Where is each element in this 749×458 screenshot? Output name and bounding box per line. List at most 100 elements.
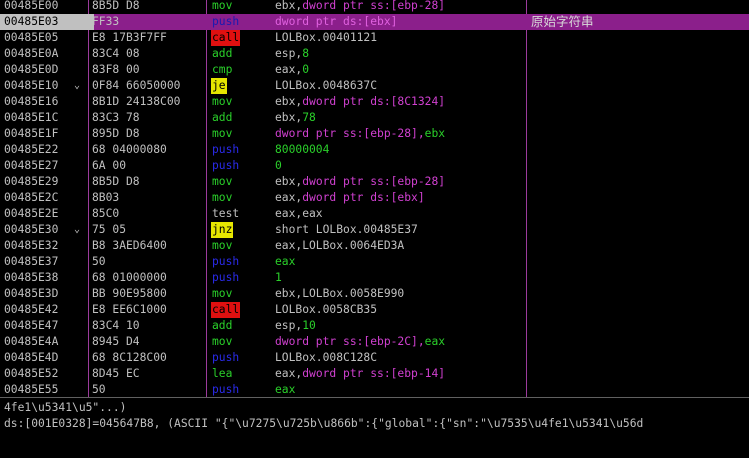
info-pane: 4fe1\u5341\u5"...) ds:[001E0328]=045647B… (0, 397, 749, 458)
address-cell: 00485E22 (4, 143, 59, 156)
disasm-row[interactable]: 00485E47 83C4 10 add esp,10 (0, 318, 749, 334)
disasm-row[interactable]: 00485E27 6A 00 push 0 (0, 158, 749, 174)
hex-bytes-cell: 50 (92, 383, 106, 396)
disasm-row[interactable]: 00485E05 E8 17B3F7FF call LOLBox.00401121 (0, 30, 749, 46)
operand-token: LOLBox.0058CB35 (275, 303, 378, 316)
operand-token: ebx, (275, 0, 303, 12)
disasm-row[interactable]: 00485E0D 83F8 00 cmp eax,0 (0, 62, 749, 78)
disasm-row[interactable]: 00485E55 50 push eax (0, 382, 749, 397)
operand-token: dword ptr ss:[ebp-2C], (275, 335, 425, 348)
disasm-row[interactable]: 00485E22 68 04000080 push 80000004 (0, 142, 749, 158)
operand-token: LOLBox.008C128C (275, 351, 378, 364)
disasm-row[interactable]: 00485E16 8B1D 24138C00 mov ebx,dword ptr ds… (0, 94, 749, 110)
operand-token: dword ptr ds:[8C1324] (302, 95, 446, 108)
operands-cell: ebx,78 (275, 110, 316, 126)
address-cell: 00485E47 (4, 319, 59, 332)
operands-cell: ebx,LOLBox.0058E990 (275, 286, 404, 302)
hex-bytes-cell: FF33 (92, 15, 120, 28)
operand-token: ebx, (275, 111, 303, 124)
disasm-row[interactable]: 00485E1F 895D D8 mov dword ptr ss:[ebp-28],… (0, 126, 749, 142)
hex-bytes-cell: 85C0 (92, 207, 120, 220)
operands-cell: ebx,dword ptr ss:[ebp-28] (275, 0, 445, 14)
jump-arrow-icon: ⌄ (74, 80, 81, 91)
mnemonic-cell: push (212, 159, 240, 172)
disasm-row[interactable]: 00485E1C 83C3 78 add ebx,78 (0, 110, 749, 126)
comment-cell: 原始字符串 (531, 14, 594, 29)
address-cell: 00485E16 (4, 95, 59, 108)
address-cell: 00485E55 (4, 383, 59, 396)
disasm-row[interactable]: 00485E30 ⌄ 75 05 jnz short LOLBox.00485E37 (0, 222, 749, 238)
operand-token: dword ptr ss:[ebp-28] (302, 175, 446, 188)
operand-token: dword ptr ss:[ebp-14] (302, 367, 446, 380)
disasm-row[interactable]: 00485E52 8D45 EC lea eax,dword ptr ss:[ebp-… (0, 366, 749, 382)
hex-bytes-cell: 68 8C128C00 (92, 351, 167, 364)
operand-token: ebx, (275, 175, 303, 188)
address-cell: 00485E1C (4, 111, 59, 124)
address-cell: 00485E10 (4, 79, 59, 92)
hex-bytes-cell: 0F84 66050000 (92, 79, 181, 92)
disasm-row[interactable]: 00485E10 ⌄ 0F84 66050000 je LOLBox.0048637C (0, 78, 749, 94)
disasm-row[interactable]: 00485E0A 83C4 08 add esp,8 (0, 46, 749, 62)
address-cell: 00485E4D (4, 351, 59, 364)
disasm-row[interactable]: 00485E4A 8945 D4 mov dword ptr ss:[ebp-2C],… (0, 334, 749, 350)
operands-cell: eax (275, 382, 295, 397)
address-cell: 00485E03 (0, 14, 94, 30)
disasm-row[interactable]: 00485E2C 8B03 mov eax,dword ptr ds:[ebx] (0, 190, 749, 206)
operands-cell: LOLBox.0048637C (275, 78, 377, 94)
operands-cell: 1 (275, 270, 282, 286)
mnemonic-cell: mov (212, 335, 233, 348)
address-cell: 00485E38 (4, 271, 59, 284)
mnemonic-cell: push (212, 271, 240, 284)
disasm-row[interactable]: 00485E37 50 push eax (0, 254, 749, 270)
disasm-row[interactable]: 00485E03 FF33 push dword ptr ds:[ebx] 原始字符串 (0, 14, 749, 30)
operands-cell: 0 (275, 158, 282, 174)
disasm-row[interactable]: 00485E32 B8 3AED6400 mov eax,LOLBox.0064ED3… (0, 238, 749, 254)
disasm-row[interactable]: 00485E00 8B5D D8 mov ebx,dword ptr ss:[ebp-… (0, 0, 749, 14)
disasm-row[interactable]: 00485E42 E8 EE6C1000 call LOLBox.0058CB35 (0, 302, 749, 318)
hex-bytes-cell: E8 17B3F7FF (92, 31, 167, 44)
disasm-row[interactable]: 00485E2E 85C0 test eax,eax (0, 206, 749, 222)
address-cell: 00485E29 (4, 175, 59, 188)
operand-token: eax, (275, 191, 303, 204)
disassembly-pane[interactable]: 00485E00 8B5D D8 mov ebx,dword ptr ss:[ebp-… (0, 0, 749, 397)
hex-bytes-cell: 50 (92, 255, 106, 268)
operands-cell: eax,0 (275, 62, 309, 78)
hex-bytes-cell: 68 01000000 (92, 271, 167, 284)
mnemonic-cell: mov (212, 95, 233, 108)
mnemonic-cell: mov (212, 239, 233, 252)
operand-token: 80000004 (275, 143, 330, 156)
operand-token: dword ptr ds:[ebx] (275, 15, 398, 28)
disasm-row[interactable]: 00485E4D 68 8C128C00 push LOLBox.008C128C (0, 350, 749, 366)
operands-cell: short LOLBox.00485E37 (275, 222, 418, 238)
operand-token: ebx,LOLBox.0058E990 (275, 287, 405, 300)
address-cell: 00485E2C (4, 191, 59, 204)
operands-cell: esp,8 (275, 46, 309, 62)
hex-bytes-cell: B8 3AED6400 (92, 239, 167, 252)
mnemonic-cell: add (212, 319, 233, 332)
disasm-row[interactable]: 00485E38 68 01000000 push 1 (0, 270, 749, 286)
operand-token: ebx, (275, 95, 303, 108)
jump-arrow-icon: ⌄ (74, 224, 81, 235)
hex-bytes-cell: 8B1D 24138C00 (92, 95, 181, 108)
hex-bytes-cell: 83F8 00 (92, 63, 140, 76)
address-cell: 00485E27 (4, 159, 59, 172)
operands-cell: eax,dword ptr ds:[ebx] (275, 190, 425, 206)
operand-token: dword ptr ss:[ebp-28], (275, 127, 425, 140)
info-line-1: 4fe1\u5341\u5"...) (4, 401, 127, 414)
operands-cell: eax,eax (275, 206, 323, 222)
hex-bytes-cell: 8945 D4 (92, 335, 140, 348)
address-cell: 00485E52 (4, 367, 59, 380)
address-cell: 00485E30 (4, 223, 59, 236)
address-cell: 00485E3D (4, 287, 59, 300)
operands-cell: eax,dword ptr ss:[ebp-14] (275, 366, 445, 382)
mnemonic-cell: add (212, 111, 233, 124)
operands-cell: ebx,dword ptr ds:[8C1324] (275, 94, 445, 110)
address-cell: 00485E0A (4, 47, 59, 60)
operand-token: short LOLBox.00485E37 (275, 223, 418, 236)
disasm-row[interactable]: 00485E29 8B5D D8 mov ebx,dword ptr ss:[ebp-… (0, 174, 749, 190)
disasm-row[interactable]: 00485E3D BB 90E95800 mov ebx,LOLBox.0058E99… (0, 286, 749, 302)
operand-token: eax,eax (275, 207, 323, 220)
mnemonic-cell: push (212, 15, 240, 28)
mnemonic-cell: push (212, 143, 240, 156)
hex-bytes-cell: 8B5D D8 (92, 175, 140, 188)
